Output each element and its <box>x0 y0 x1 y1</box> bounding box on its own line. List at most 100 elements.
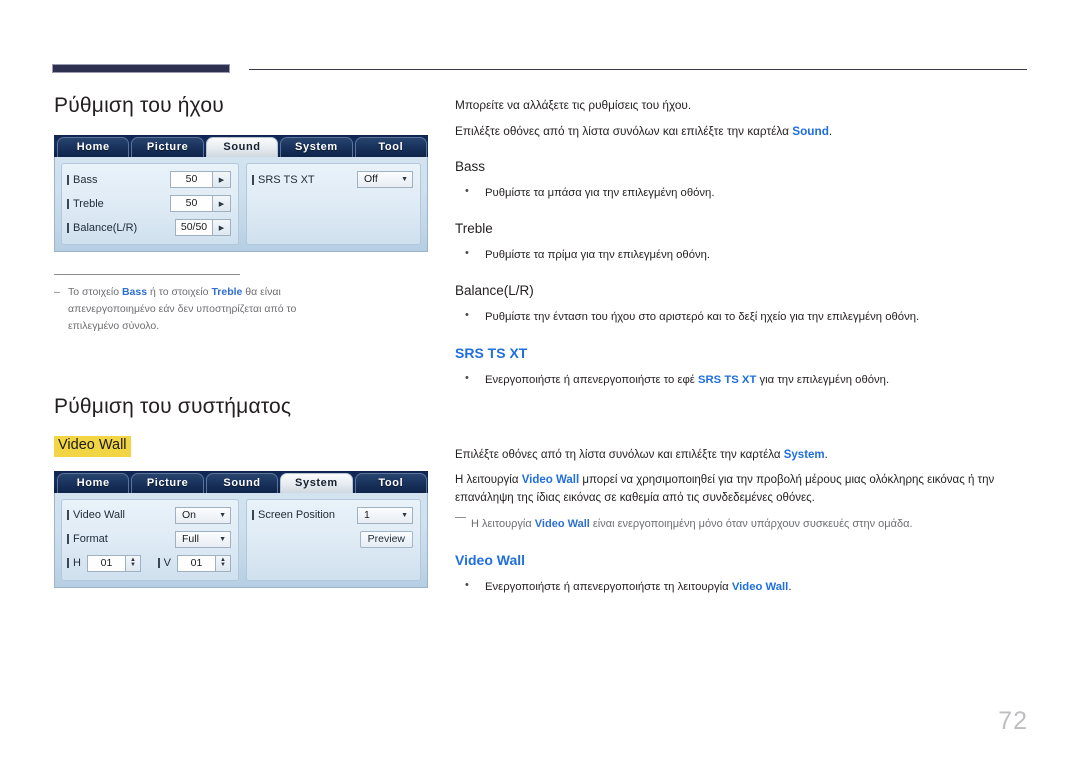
tab-system[interactable]: System <box>280 137 353 157</box>
preview-button[interactable]: Preview <box>359 530 413 548</box>
row-bass: Bass 50 ▶ <box>67 169 231 190</box>
footnote-rule <box>54 274 240 275</box>
tab-picture[interactable]: Picture <box>131 137 204 157</box>
right-column-gap <box>455 393 1030 447</box>
chevron-down-icon: ▼ <box>219 535 226 543</box>
tab-system[interactable]: System <box>280 472 353 493</box>
chevron-down-icon: ▼ <box>401 176 408 183</box>
tab-picture[interactable]: Picture <box>131 472 204 493</box>
chevron-down-icon[interactable]: ▼ <box>130 562 136 568</box>
intro2-link-sound: Sound <box>792 123 829 138</box>
vw-bullet-post: . <box>788 580 792 593</box>
treble-bullet-text: Ρυθμίστε τα πρίμα για την επιλεγμένη οθό… <box>485 249 711 262</box>
list-item: • Ρυθμίστε τα πρίμα για την επιλεγμένη οθ… <box>455 246 1030 264</box>
bullet-tick-icon <box>67 222 69 233</box>
h-spinner[interactable]: 01 ▲ ▼ <box>86 554 141 572</box>
chevron-right-icon[interactable]: ▶ <box>213 219 231 236</box>
left-column: Ρύθμιση του ήχου Home Picture Sound Syst… <box>54 94 439 588</box>
screen-position-group: Screen Position 1 ▼ Preview <box>246 498 421 581</box>
row-bass-label: Bass <box>73 173 98 186</box>
tab-home[interactable]: Home <box>57 137 130 157</box>
subheading-video-wall: Video Wall <box>455 551 526 568</box>
balance-stepper[interactable]: 50/50 ▶ <box>175 219 231 236</box>
right-column: Μπορείτε να αλλάξετε τις ρυθμίσεις του ή… <box>455 96 1030 599</box>
video-wall-value: On <box>182 508 197 521</box>
balance-value[interactable]: 50/50 <box>175 219 213 236</box>
tab-home[interactable]: Home <box>57 472 130 493</box>
bullet-icon: • <box>465 247 469 260</box>
srs-bullet-pre: Ενεργοποιήστε ή απενεργοποιήστε το εφέ <box>485 374 698 387</box>
v-spinner[interactable]: 01 ▲ ▼ <box>177 554 231 572</box>
srs-dropdown[interactable]: Off ▼ <box>357 171 413 188</box>
balance-bullet-text: Ρυθμίστε την έντασn του ήχου στο αριστερ… <box>485 311 920 324</box>
tab-tool[interactable]: Tool <box>354 137 428 157</box>
sys-note-link: Video Wall <box>534 518 590 531</box>
header-thin-rule <box>249 69 1027 70</box>
manual-page: { "page": { "number": "72", "accent_colo… <box>0 0 1080 763</box>
video-wall-group: Video Wall On ▼ Format Full ▼ H 01 ▲ ▼ V… <box>61 498 239 581</box>
bullet-tick-icon <box>157 558 160 569</box>
bass-bullet-list: • Ρυθμίστε τα μπάσα για την επιλεγμένη οθ… <box>455 184 1030 202</box>
treble-stepper[interactable]: 50 ▶ <box>170 195 231 212</box>
tab-tool[interactable]: Tool <box>354 472 428 493</box>
sys-body-pre: Η λειτουργία <box>455 474 522 487</box>
v-value[interactable]: 01 <box>177 554 216 572</box>
bass-stepper[interactable]: 50 ▶ <box>170 171 231 188</box>
srs-bullet-list: • Ενεργοποιήστε ή απενεργοποιήστε το εφέ … <box>455 371 1030 389</box>
row-treble-label: Treble <box>73 197 104 210</box>
bullet-icon: • <box>465 578 469 591</box>
tab-sound[interactable]: Sound <box>205 472 279 493</box>
intro2-post: . <box>828 123 833 138</box>
system-body-paragraph: Η λειτουργία Video Wall μπορεί να χρησιμ… <box>455 472 1030 508</box>
row-format: Format Full ▼ <box>67 529 231 550</box>
bullet-icon: • <box>465 185 469 198</box>
h-value[interactable]: 01 <box>86 554 126 572</box>
video-wall-bullet-list: • Ενεργοποιήστε ή απενεργοποιήστε τη λειτ… <box>455 578 1030 596</box>
sys-intro-post: . <box>824 448 828 461</box>
system-intro-line: Επιλέξτε οθόνες από τη λίστα συνόλων και… <box>455 447 1030 465</box>
header-accent-bar <box>52 64 230 73</box>
note-dash-icon <box>455 517 466 519</box>
row-video-wall-label: Video Wall <box>73 509 125 522</box>
bullet-icon: • <box>465 309 469 322</box>
spinner-arrows[interactable]: ▲ ▼ <box>125 554 141 572</box>
sound-intro-line-1: Μπορείτε να αλλάξετε τις ρυθμίσεις του ή… <box>455 98 692 112</box>
balance-bullet-list: • Ρυθμίστε την έντασn του ήχου στο αριστε… <box>455 308 1030 326</box>
srs-bullet-link: SRS TS XT <box>697 374 757 387</box>
video-wall-highlight-label: Video Wall <box>54 436 131 457</box>
row-format-label: Format <box>73 533 108 546</box>
intro2-pre: Επιλέξτε οθόνες από τη λίστα συνόλων και… <box>455 123 793 138</box>
chevron-down-icon[interactable]: ▼ <box>220 562 226 568</box>
tab-sound[interactable]: Sound <box>205 137 279 157</box>
format-dropdown[interactable]: Full ▼ <box>175 530 231 548</box>
bullet-tick-icon <box>252 174 254 185</box>
screen-position-dropdown[interactable]: 1 ▼ <box>357 506 413 524</box>
sound-intro-line-2: Επιλέξτε οθόνες από τη λίστα συνόλων και… <box>455 122 1030 141</box>
page-number: 72 <box>998 707 1028 735</box>
srs-bullet-post: για την επιλεγμένη οθόνη. <box>756 374 890 387</box>
row-video-wall: Video Wall On ▼ <box>67 505 231 526</box>
footnote-link-bass: Bass <box>121 286 148 298</box>
row-balance-label: Balance(L/R) <box>73 221 138 234</box>
treble-value[interactable]: 50 <box>170 195 213 212</box>
subheading-balance: Balance(L/R) <box>455 283 534 299</box>
footnote-link-treble: Treble <box>211 286 243 298</box>
bass-value[interactable]: 50 <box>170 171 213 188</box>
srs-value: Off <box>364 173 378 185</box>
sys-intro-pre: Επιλέξτε οθόνες από τη λίστα συνόλων και… <box>455 448 784 461</box>
sound-footnote: – Το στοιχείο Bass ή το στοιχείο Treble θ… <box>54 274 349 335</box>
system-section-title: Ρύθμιση του συστήματος <box>54 395 292 418</box>
list-item: • Ενεργοποιήστε ή απενεργοποιήστε το εφέ … <box>455 371 1030 389</box>
system-panel-tabbar: Home Picture Sound System Tool <box>54 470 428 493</box>
chevron-right-icon[interactable]: ▶ <box>213 171 231 188</box>
video-wall-dropdown[interactable]: On ▼ <box>175 506 231 524</box>
system-settings-panel: Home Picture Sound System Tool Video Wal… <box>54 470 428 588</box>
screen-position-value: 1 <box>364 508 370 521</box>
row-srs-ts-xt: SRS TS XT Off ▼ <box>252 169 413 190</box>
spinner-arrows[interactable]: ▲ ▼ <box>216 554 231 572</box>
subheading-srs-ts-xt: SRS TS XT <box>455 345 528 362</box>
list-item: • Ρυθμίστε την έντασn του ήχου στο αριστε… <box>455 308 1030 326</box>
sound-panel-body: Bass 50 ▶ Treble 50 ▶ Balance(L/R) 50/50… <box>54 157 428 252</box>
chevron-right-icon[interactable]: ▶ <box>213 195 231 212</box>
row-h-label: H <box>73 557 81 570</box>
